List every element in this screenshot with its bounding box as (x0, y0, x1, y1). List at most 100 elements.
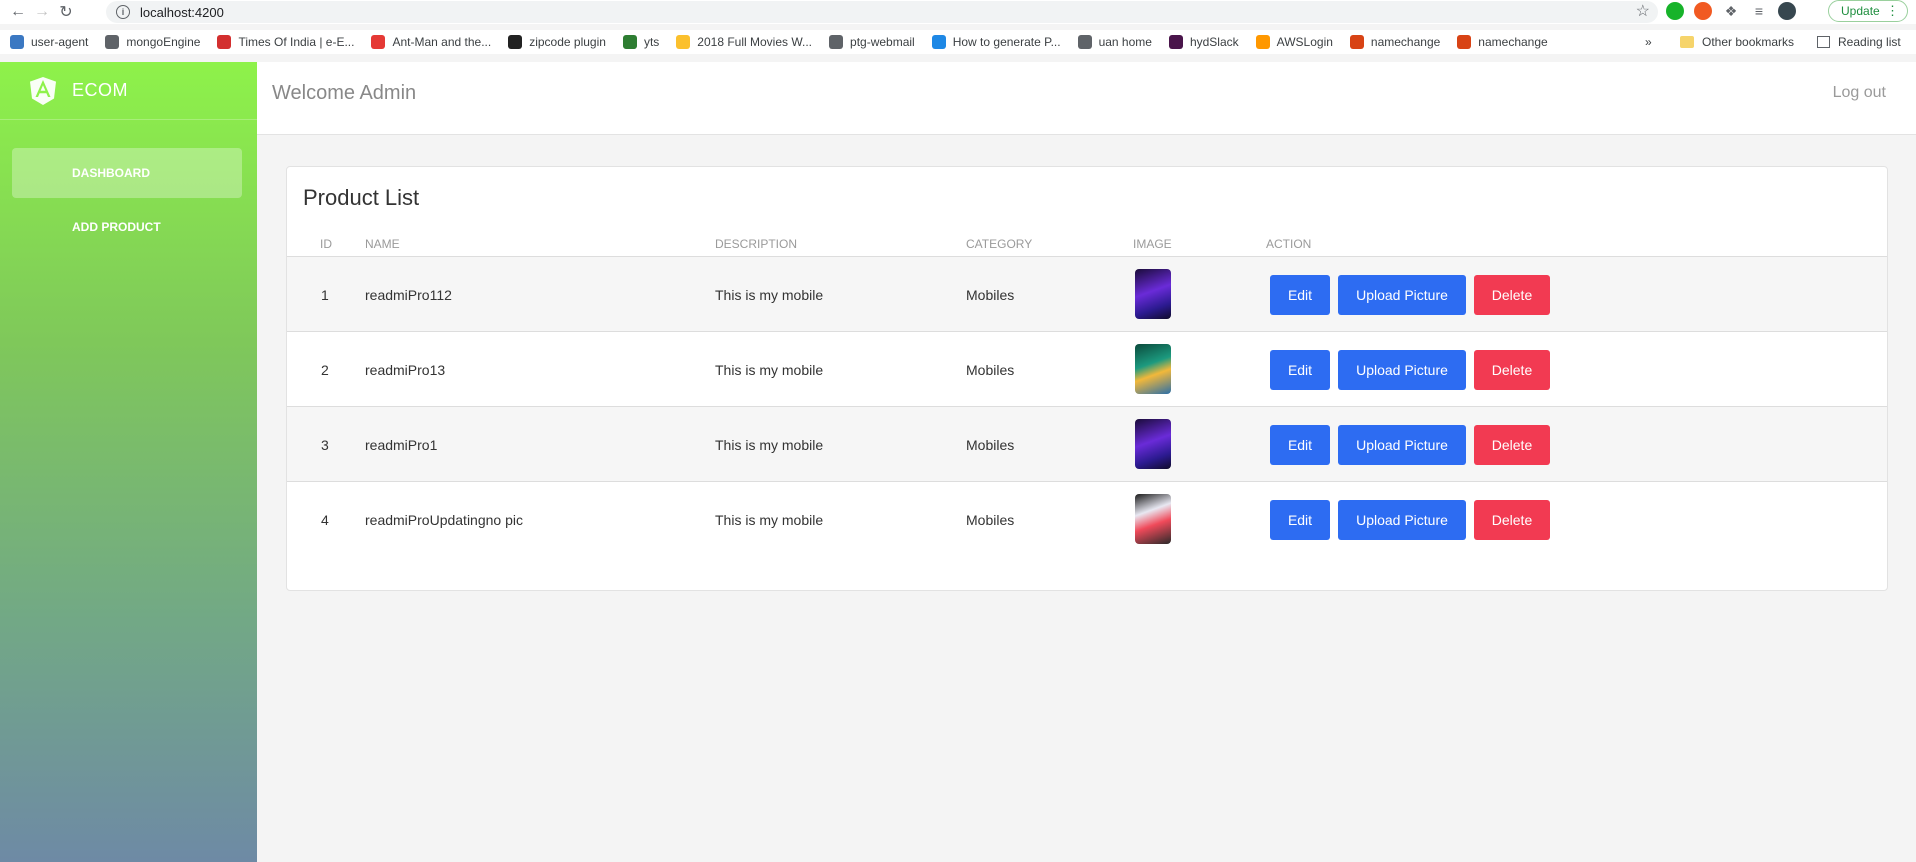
bookmark-item[interactable]: user-agent (10, 35, 88, 49)
bookmarks-more[interactable]: » (1645, 30, 1652, 54)
forward-icon[interactable]: → (30, 0, 54, 24)
profile-avatar[interactable] (1778, 2, 1796, 20)
cell-name: readmiPro1 (365, 437, 438, 453)
bookmark-favicon-icon (622, 35, 637, 49)
bookmark-item[interactable]: How to generate P... (931, 35, 1061, 49)
cell-id: 2 (321, 362, 329, 378)
product-table: ID NAME DESCRIPTION CATEGORY IMAGE ACTIO… (287, 237, 1887, 557)
upload-picture-button[interactable]: Upload Picture (1338, 425, 1466, 465)
bookmark-item[interactable]: Ant-Man and the... (371, 35, 491, 49)
table-row: 4 readmiProUpdatingno pic This is my mobil… (287, 482, 1887, 557)
column-header-name: NAME (365, 237, 400, 251)
bookmark-favicon-icon (1168, 35, 1183, 49)
extensions-puzzle-icon[interactable]: ❖ (1722, 2, 1740, 20)
logout-link[interactable]: Log out (1833, 84, 1886, 102)
cell-category: Mobiles (966, 512, 1015, 528)
top-navbar: Welcome Admin Log out (257, 62, 1916, 135)
url-bar[interactable]: i localhost:4200 ☆ (106, 1, 1658, 23)
bookmark-label: 2018 Full Movies W... (697, 35, 813, 49)
cell-description: This is my mobile (715, 437, 824, 453)
bookmarks-bar: user-agent mongoEngine Times Of India | e-… (0, 30, 1916, 54)
edit-button[interactable]: Edit (1270, 350, 1330, 390)
other-bookmarks-label: Other bookmarks (1702, 35, 1795, 49)
edit-button[interactable]: Edit (1270, 275, 1330, 315)
sidebar-item-dashboard[interactable]: DASHBOARD (12, 148, 242, 198)
more-bookmarks-icon: » (1645, 35, 1652, 49)
bookmark-favicon-icon (105, 35, 120, 49)
bookmark-label: namechange (1370, 35, 1441, 49)
delete-button[interactable]: Delete (1474, 500, 1550, 540)
reading-list[interactable]: Reading list (1817, 30, 1901, 54)
bookmark-label: mongoEngine (126, 35, 201, 49)
other-bookmarks[interactable]: Other bookmarks (1680, 30, 1794, 54)
table-row: 2 readmiPro13 This is my mobile Mobiles Edit… (287, 332, 1887, 407)
bookmark-label: ptg-webmail (850, 35, 915, 49)
product-image (1135, 269, 1171, 319)
bookmark-label: Times Of India | e-E... (238, 35, 355, 49)
bookmark-favicon-icon (931, 35, 946, 49)
cell-id: 4 (321, 512, 329, 528)
bookmark-item[interactable]: yts (622, 35, 660, 49)
bookmark-item[interactable]: 2018 Full Movies W... (676, 35, 812, 49)
bookmark-item[interactable]: uan home (1077, 35, 1152, 49)
sidebar-item-label: DASHBOARD (72, 166, 150, 180)
delete-button[interactable]: Delete (1474, 425, 1550, 465)
bookmark-label: How to generate P... (952, 35, 1061, 49)
bookmark-label: Ant-Man and the... (392, 35, 492, 49)
bookmark-label: namechange (1478, 35, 1548, 49)
browser-toolbar: ← → ↻ i localhost:4200 ☆ ❖ ≡ Update ⋮ (0, 0, 1916, 24)
update-button[interactable]: Update ⋮ (1828, 0, 1908, 22)
back-icon[interactable]: ← (6, 0, 30, 24)
product-image (1135, 494, 1171, 544)
media-list-icon[interactable]: ≡ (1750, 2, 1768, 20)
extension-orange-icon[interactable] (1694, 2, 1712, 20)
bookmark-favicon-icon (1349, 35, 1364, 49)
cell-description: This is my mobile (715, 512, 824, 528)
bookmark-star-icon[interactable]: ☆ (1636, 1, 1650, 23)
column-header-id: ID (320, 237, 332, 251)
column-header-description: DESCRIPTION (715, 237, 798, 251)
reload-icon[interactable]: ↻ (54, 0, 78, 24)
bookmark-label: hydSlack (1189, 35, 1239, 49)
bookmark-item[interactable]: hydSlack (1168, 35, 1239, 49)
bookmark-label: user-agent (31, 35, 89, 49)
cell-category: Mobiles (966, 287, 1015, 303)
edit-button[interactable]: Edit (1270, 425, 1330, 465)
sidebar: ECOM DASHBOARD ADD PRODUCT (0, 62, 257, 862)
column-header-category: CATEGORY (966, 237, 1033, 251)
table-header: ID NAME DESCRIPTION CATEGORY IMAGE ACTIO… (287, 237, 1887, 257)
bookmark-item[interactable]: namechange (1457, 35, 1548, 49)
cell-category: Mobiles (966, 362, 1015, 378)
bookmark-item[interactable]: namechange (1349, 35, 1441, 49)
product-image (1135, 419, 1171, 469)
bookmark-item[interactable]: AWSLogin (1255, 35, 1333, 49)
upload-picture-button[interactable]: Upload Picture (1338, 275, 1466, 315)
edit-button[interactable]: Edit (1270, 500, 1330, 540)
menu-dots-icon[interactable]: ⋮ (1886, 3, 1899, 19)
cell-name: readmiPro13 (365, 362, 446, 378)
delete-button[interactable]: Delete (1474, 275, 1550, 315)
extension-green-icon[interactable] (1666, 2, 1684, 20)
upload-picture-button[interactable]: Upload Picture (1338, 350, 1466, 390)
bookmark-item[interactable]: ptg-webmail (829, 35, 915, 49)
cell-id: 1 (321, 287, 329, 303)
delete-button[interactable]: Delete (1474, 350, 1550, 390)
bookmark-item[interactable]: zipcode plugin (508, 35, 606, 49)
app-root: ECOM DASHBOARD ADD PRODUCT Welcome Admin… (0, 62, 1916, 862)
cell-description: This is my mobile (715, 287, 824, 303)
sidebar-item-add-product[interactable]: ADD PRODUCT (12, 202, 242, 252)
upload-picture-button[interactable]: Upload Picture (1338, 500, 1466, 540)
site-info-icon[interactable]: i (116, 5, 130, 19)
cell-name: readmiPro112 (365, 287, 452, 303)
bookmark-item[interactable]: mongoEngine (105, 35, 200, 49)
url-text: localhost:4200 (140, 4, 224, 20)
bookmark-favicon-icon (508, 35, 523, 49)
bookmark-favicon-icon (10, 35, 24, 49)
bookmark-label: uan home (1098, 35, 1152, 49)
bookmark-favicon-icon (1077, 35, 1092, 49)
bookmark-label: yts (643, 35, 660, 49)
table-body: 1 readmiPro112 This is my mobile Mobiles Edi… (287, 257, 1887, 557)
bookmark-favicon-icon (829, 35, 844, 49)
brand[interactable]: ECOM (0, 62, 257, 120)
bookmark-item[interactable]: Times Of India | e-E... (217, 35, 354, 49)
